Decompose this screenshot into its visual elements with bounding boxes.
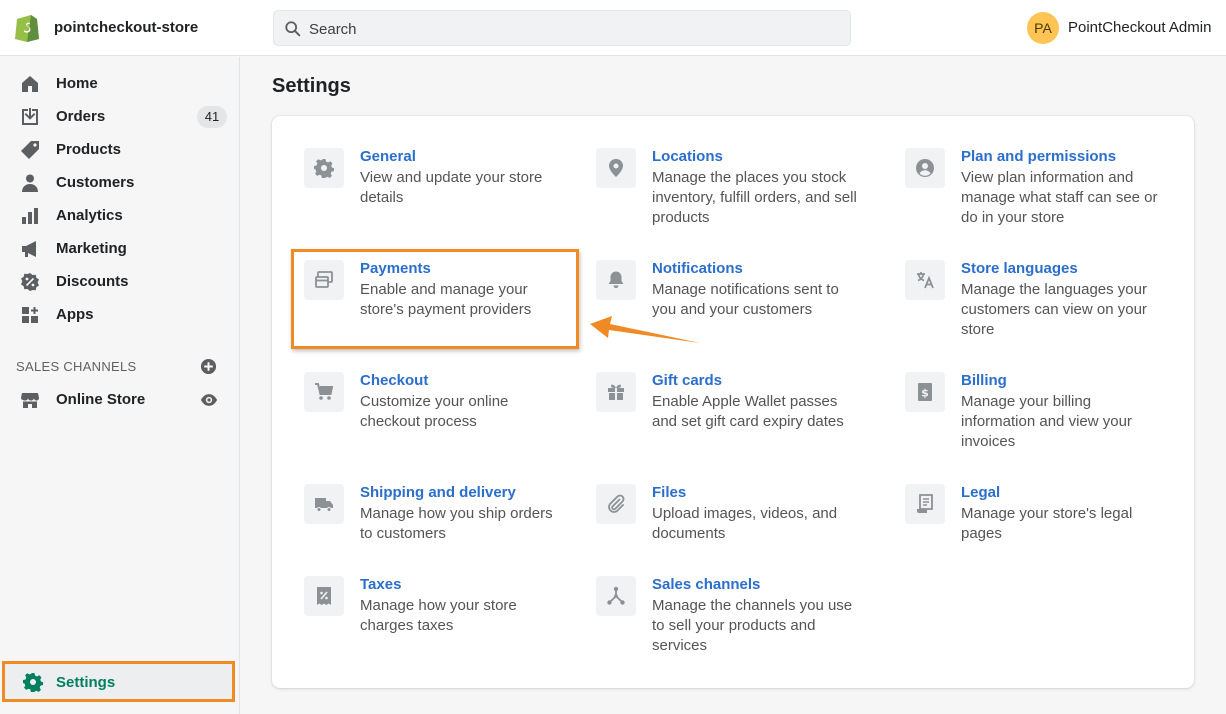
tag-icon [21,141,39,159]
sidebar-item-label: Analytics [56,207,123,224]
legal-icon [905,484,945,524]
tile-title[interactable]: Store languages [961,260,1078,277]
search-placeholder[interactable]: Search [309,21,357,38]
tile-title[interactable]: Files [652,484,686,501]
tile-description: Enable Apple Wallet passes and set gift … [652,393,844,430]
sidebar-item-label: Discounts [56,273,129,290]
tile-title[interactable]: Taxes [360,576,401,593]
sidebar-item-label: Home [56,75,98,92]
tile-description: Manage how you ship orders to customers [360,505,553,542]
search-icon [285,21,301,37]
tile-title[interactable]: Gift cards [652,372,722,389]
sidebar-item-label: Products [56,141,122,158]
search-bar[interactable]: Search [273,10,851,46]
cart-icon [304,372,344,412]
storefront-icon [21,393,39,408]
annotation-arrow-icon [590,316,700,343]
avatar[interactable]: PA [1027,12,1059,44]
tile-description: Manage the languages your customers can … [961,281,1147,338]
sidebar-item-analytics[interactable]: Analytics [0,199,239,232]
tile-title[interactable]: Locations [652,148,723,165]
tile-title[interactable]: General [360,148,416,165]
gear-icon [304,148,344,188]
apps-icon [22,307,38,323]
bell-icon [596,260,636,300]
tile-title[interactable]: Legal [961,484,1000,501]
shopify-logo-icon[interactable] [14,12,40,42]
taxes-icon [304,576,344,616]
paperclip-icon [596,484,636,524]
top-bar: pointcheckout-store Search PA PointCheck… [0,0,1226,56]
sidebar-item-apps[interactable]: Apps [0,298,239,331]
orders-icon [22,108,38,125]
sidebar-item-label: Online Store [56,391,146,408]
sidebar-item-online-store[interactable]: Online Store [0,383,239,416]
sidebar-item-label: Orders [56,108,106,125]
sidebar-item-label: Settings [56,674,116,691]
sidebar-item-settings[interactable]: Settings [2,661,235,702]
tile-description: Manage your store's legal pages [961,505,1133,542]
sidebar-item-marketing[interactable]: Marketing [0,232,239,265]
tile-description: Manage the places you stock inventory, f… [652,169,857,226]
tile-title[interactable]: Checkout [360,372,428,389]
page-title: Settings [272,75,351,97]
sidebar-item-orders[interactable]: Orders 41 [0,100,239,133]
tile-description: Customize your online checkout process [360,393,509,430]
truck-icon [304,484,344,524]
sidebar-item-label: Customers [56,174,135,191]
person-icon [22,174,38,192]
sidebar-item-discounts[interactable]: Discounts [0,265,239,298]
settings-card: General View and update your store detai… [272,116,1194,688]
orders-count-badge: 41 [197,106,227,128]
tile-description: View plan information and manage what st… [961,169,1158,226]
gift-icon [596,372,636,412]
sidebar: Home Orders 41 Products Customers Analyt… [0,57,240,714]
payments-highlight-box [291,249,579,349]
sidebar-item-products[interactable]: Products [0,133,239,166]
sidebar-item-label: Apps [56,306,94,323]
billing-icon: $ [905,372,945,412]
tile-description: Manage your billing information and view… [961,393,1132,450]
tile-title[interactable]: Shipping and delivery [360,484,516,501]
tile-title[interactable]: Plan and permissions [961,148,1116,165]
tile-title[interactable]: Notifications [652,260,743,277]
tile-title[interactable]: Billing [961,372,1007,389]
megaphone-icon [22,241,36,257]
translate-icon [905,260,945,300]
store-name[interactable]: pointcheckout-store [54,19,198,36]
gear-icon [23,673,43,692]
tile-description: Manage how your store charges taxes [360,597,517,634]
tile-description: Manage the channels you use to sell your… [652,597,853,654]
eye-icon[interactable] [200,391,218,409]
bar-chart-icon [22,208,38,224]
sales-channels-icon [596,576,636,616]
home-icon [22,76,38,92]
tile-description: View and update your store details [360,169,543,206]
user-name[interactable]: PointCheckout Admin [1068,19,1211,36]
user-circle-icon [905,148,945,188]
svg-text:$: $ [921,387,929,400]
add-channel-plus-icon[interactable] [200,358,217,375]
sidebar-item-customers[interactable]: Customers [0,166,239,199]
tile-title[interactable]: Sales channels [652,576,760,593]
tile-description: Upload images, videos, and documents [652,505,838,542]
sidebar-item-home[interactable]: Home [0,67,239,100]
discount-icon [21,273,39,291]
sales-channels-heading: SALES CHANNELS [16,359,137,374]
location-pin-icon [596,148,636,188]
sidebar-item-label: Marketing [56,240,127,257]
